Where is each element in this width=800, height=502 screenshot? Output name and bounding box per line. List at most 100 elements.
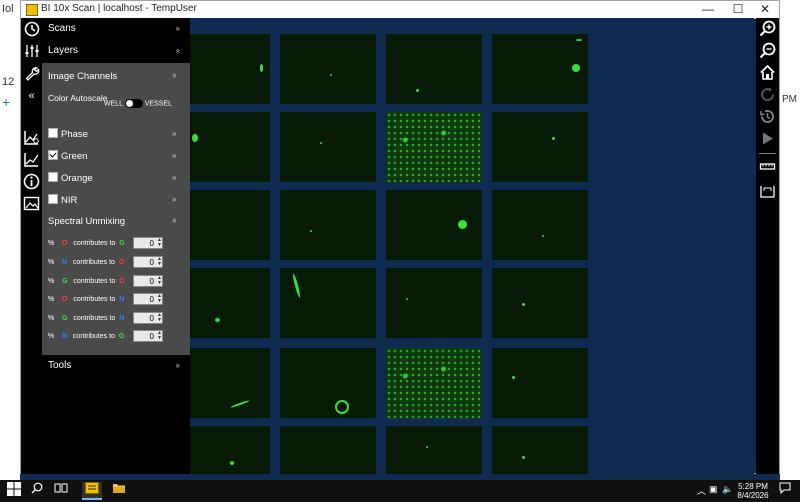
image-tile[interactable] [386, 34, 482, 104]
image-icon[interactable] [22, 195, 41, 214]
image-tile[interactable] [492, 426, 588, 474]
spinner-arrows-icon[interactable]: ▲ ▼ [156, 313, 162, 323]
chevron-down-icon: » [175, 361, 180, 370]
image-channels-header[interactable]: Image Channels » [48, 71, 179, 82]
image-tile[interactable] [280, 348, 376, 418]
collapse-icon[interactable]: « [22, 87, 41, 106]
title-bar: BI 10x Scan | localhost - TempUser — ☐ ✕ [21, 1, 779, 19]
close-button[interactable]: ✕ [751, 1, 779, 18]
scans-section: Scans » [42, 18, 190, 40]
target-channel: O [118, 259, 125, 266]
network-icon[interactable]: ▣ [709, 484, 718, 495]
channel-row-green[interactable]: Green » [48, 150, 176, 162]
zoom-out-icon[interactable] [758, 42, 777, 61]
spinner-arrows-icon[interactable]: ▲ ▼ [156, 331, 162, 341]
source-channel: G [62, 315, 68, 322]
image-tile[interactable] [190, 190, 270, 260]
unmix-value-input[interactable]: 0 ▲ ▼ [133, 293, 163, 305]
nir-checkbox[interactable] [48, 194, 58, 205]
phase-checkbox[interactable] [48, 128, 58, 139]
tray-chevron-icon[interactable]: ︿ [697, 484, 706, 497]
right-toolbar [756, 18, 779, 474]
notifications-icon[interactable] [776, 482, 794, 500]
ruler-icon[interactable] [758, 158, 777, 177]
sliders-icon[interactable] [22, 43, 41, 62]
scan-image-grid[interactable] [190, 18, 754, 474]
clock-icon[interactable] [22, 21, 41, 40]
wrench-icon[interactable] [22, 65, 41, 84]
source-channel: O [62, 240, 68, 247]
image-tile[interactable] [492, 190, 588, 260]
spinner-arrows-icon[interactable]: ▲ ▼ [156, 238, 162, 248]
image-tile[interactable] [280, 268, 376, 338]
orange-checkbox[interactable] [48, 172, 58, 183]
refresh-icon[interactable] [758, 86, 777, 105]
windows-start-icon[interactable] [5, 482, 23, 500]
source-channel: N [62, 259, 68, 266]
zoom-in-icon[interactable] [758, 20, 777, 39]
graph-icon[interactable] [22, 151, 41, 170]
image-tile[interactable] [280, 34, 376, 104]
task-view-icon[interactable] [52, 482, 70, 500]
color-autoscale-label: Color Autoscale [48, 93, 108, 103]
channel-row-orange[interactable]: Orange » [48, 172, 176, 184]
spinner-arrows-icon[interactable]: ▲ ▼ [156, 294, 162, 304]
scans-header[interactable]: Scans » [42, 18, 190, 40]
file-explorer-icon[interactable] [110, 482, 128, 500]
unmix-value: 0 [149, 258, 154, 267]
autoscale-toggle[interactable] [124, 99, 143, 108]
unmix-value-input[interactable]: 0 ▲ ▼ [133, 330, 163, 342]
channel-row-phase[interactable]: Phase » [48, 128, 176, 140]
image-tile[interactable] [386, 426, 482, 474]
spinner-arrows-icon[interactable]: ▲ ▼ [156, 257, 162, 267]
chevron-down-icon: » [172, 151, 177, 160]
channel-row-nir[interactable]: NIR » [48, 194, 176, 206]
image-tile[interactable] [386, 190, 482, 260]
image-tile[interactable] [280, 190, 376, 260]
unmix-value-input[interactable]: 0 ▲ ▼ [133, 237, 163, 249]
chevron-down-icon: » [172, 129, 177, 138]
home-icon[interactable] [758, 64, 777, 83]
layers-header[interactable]: Layers » [42, 40, 190, 62]
unmix-value-input[interactable]: 0 ▲ ▼ [133, 256, 163, 268]
spectral-unmixing-header[interactable]: Spectral Unmixing » [48, 216, 179, 227]
play-icon[interactable] [758, 130, 777, 149]
history-icon[interactable] [758, 108, 777, 127]
chevron-up-icon: » [172, 48, 182, 54]
image-tile[interactable] [386, 112, 482, 182]
volume-icon[interactable]: 🔈 [722, 484, 733, 495]
green-checkbox[interactable] [48, 150, 58, 161]
image-tile[interactable] [190, 268, 270, 338]
target-channel: O [119, 278, 125, 285]
image-tile[interactable] [492, 348, 588, 418]
image-tile[interactable] [190, 426, 270, 474]
spinner-arrows-icon[interactable]: ▲ ▼ [156, 276, 162, 286]
unmix-value: 0 [149, 314, 154, 323]
minimize-button[interactable]: — [694, 1, 722, 18]
image-tile[interactable] [386, 348, 482, 418]
target-channel: N [119, 315, 125, 322]
tools-label: Tools [48, 360, 72, 371]
taskbar-clock[interactable]: 5:28 PM 8/4/2026 [733, 482, 773, 500]
image-tile[interactable] [190, 112, 270, 182]
unmix-value-input[interactable]: 0 ▲ ▼ [133, 312, 163, 324]
info-icon[interactable] [22, 173, 41, 192]
unmix-value-input[interactable]: 0 ▲ ▼ [133, 275, 163, 287]
image-tile[interactable] [280, 426, 376, 474]
image-tile[interactable] [190, 348, 270, 418]
image-tile[interactable] [492, 268, 588, 338]
maximize-button[interactable]: ☐ [724, 1, 752, 18]
image-tile[interactable] [386, 268, 482, 338]
chevron-down-icon: » [172, 173, 177, 182]
search-icon[interactable] [28, 482, 46, 500]
graph-settings-icon[interactable] [22, 129, 41, 148]
image-tile[interactable] [492, 34, 588, 104]
image-tile[interactable] [190, 34, 270, 104]
autoscale-toggle-group: WELL VESSEL [104, 99, 172, 108]
image-tile[interactable] [492, 112, 588, 182]
measure-icon[interactable] [758, 182, 777, 201]
tools-header[interactable]: Tools » [42, 355, 190, 377]
scan-app-taskbar-icon[interactable] [82, 482, 102, 500]
source-channel: G [62, 278, 68, 285]
image-tile[interactable] [280, 112, 376, 182]
